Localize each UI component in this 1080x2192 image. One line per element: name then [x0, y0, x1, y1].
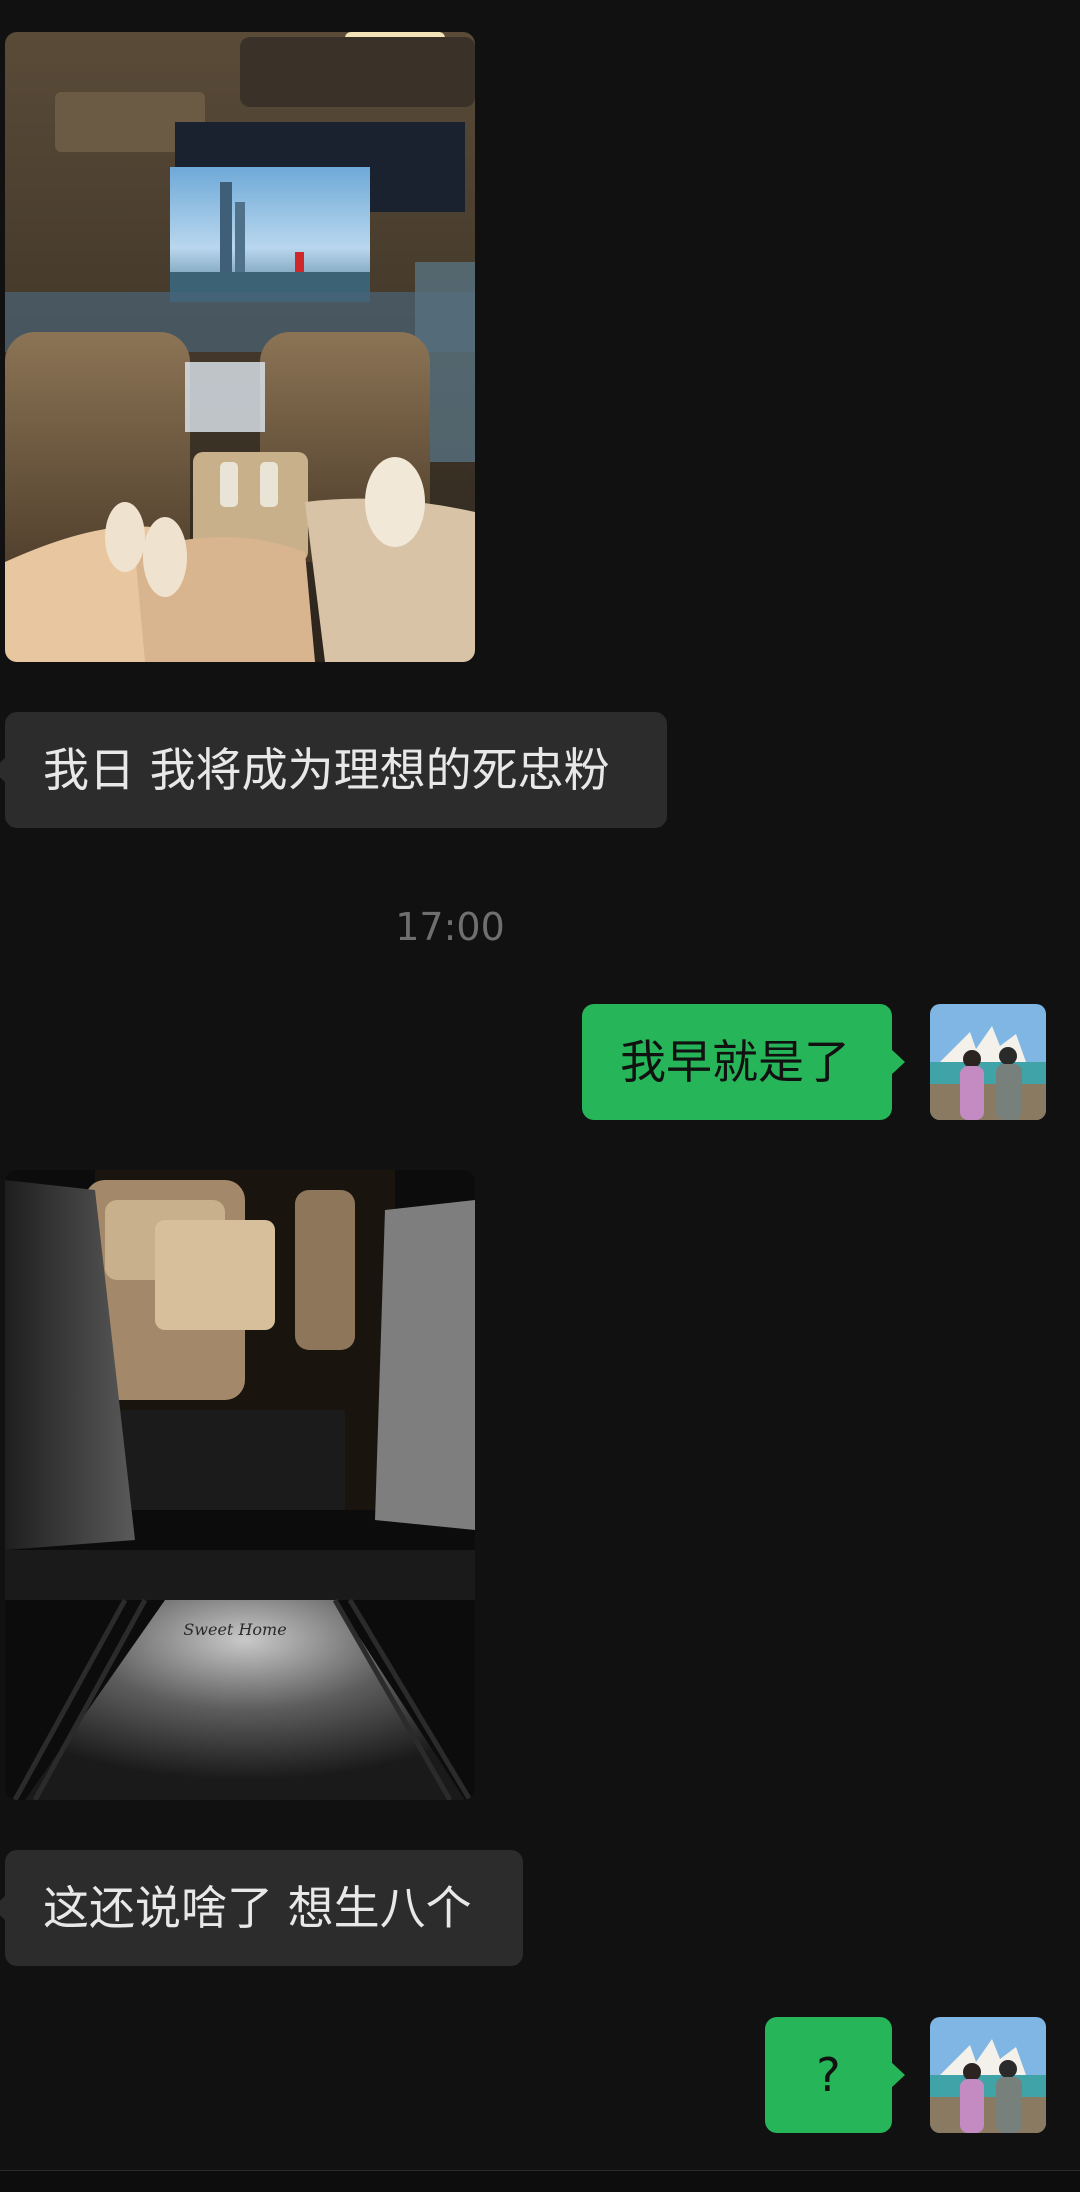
- chat-photo-car-interior[interactable]: [5, 32, 475, 662]
- bottom-bar-divider: [0, 2170, 1080, 2192]
- incoming-message-bubble[interactable]: 这还说啥了 想生八个: [0, 1850, 523, 1966]
- message-text: 我日 我将成为理想的死忠粉: [43, 743, 610, 797]
- outgoing-message-bubble[interactable]: 我早就是了: [582, 1004, 905, 1120]
- user-avatar[interactable]: [930, 1004, 1046, 1120]
- message-text: ?: [816, 2048, 841, 2102]
- incoming-message-bubble[interactable]: 我日 我将成为理想的死忠粉: [0, 712, 667, 828]
- message-timestamp: 17:00: [395, 905, 505, 949]
- outgoing-message-bubble[interactable]: ?: [765, 2017, 905, 2133]
- message-text: 这还说啥了 想生八个: [43, 1881, 472, 1935]
- projection-text: Sweet Home: [183, 1620, 286, 1639]
- chat-photo-car-door[interactable]: Sweet Home: [5, 1170, 475, 1800]
- user-avatar[interactable]: [930, 2017, 1046, 2133]
- message-text: 我早就是了: [620, 1035, 850, 1089]
